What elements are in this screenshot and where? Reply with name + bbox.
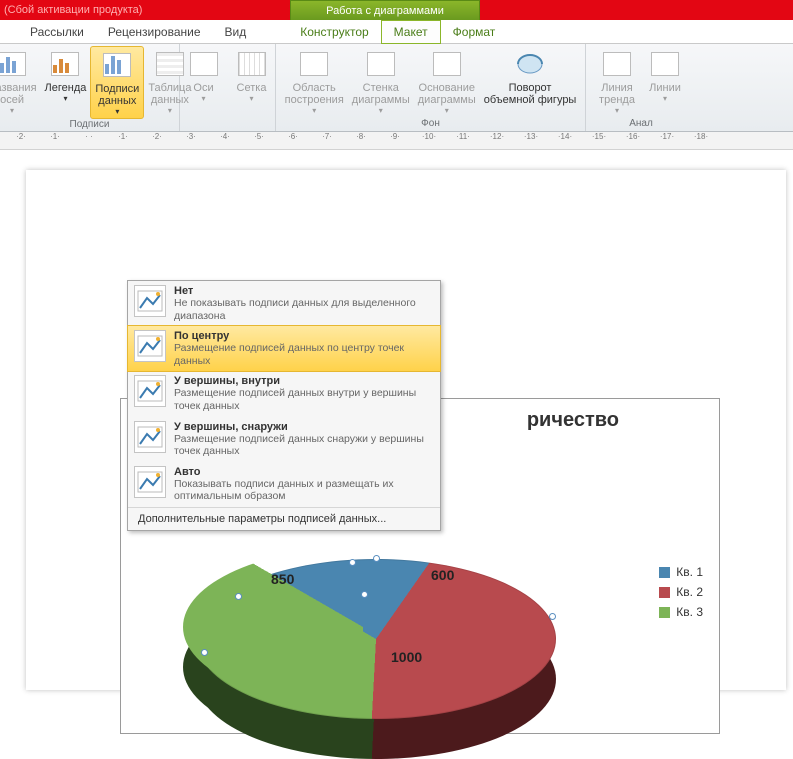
legend-item-kv3[interactable]: Кв. 3 — [659, 605, 703, 619]
axes-button: Оси▾ — [180, 46, 228, 105]
tab-chart-layout[interactable]: Макет — [381, 20, 441, 44]
data-labels-option-inside-end[interactable]: У вершины, внутриРазмещение подписей дан… — [128, 371, 440, 416]
axes-icon — [188, 48, 220, 80]
lines-icon — [649, 48, 681, 80]
chart-title[interactable]: ричество — [527, 409, 619, 432]
selection-handle[interactable] — [235, 593, 242, 600]
tab-review[interactable]: Рецензирование — [96, 21, 213, 43]
group-label-analysis: Анал — [629, 118, 653, 131]
tab-chart-design[interactable]: Конструктор — [288, 21, 380, 43]
option-thumb-icon — [134, 421, 166, 453]
option-thumb-icon — [134, 285, 166, 317]
trendline-icon — [601, 48, 633, 80]
selection-handle[interactable] — [549, 613, 556, 620]
option-thumb-icon — [134, 375, 166, 407]
selection-handle[interactable] — [349, 559, 356, 566]
axis-titles-icon — [0, 48, 28, 80]
chart-floor-button: Основание диаграммы▾ — [414, 46, 480, 117]
plot-area-icon — [298, 48, 330, 80]
activation-failure-label: (Сбой активации продукта) — [0, 4, 142, 16]
data-label-kv2[interactable]: 1000 — [391, 649, 422, 665]
legend-item-kv1[interactable]: Кв. 1 — [659, 565, 703, 579]
tab-mailings[interactable]: Рассылки — [18, 21, 96, 43]
group-label-background: Фон — [421, 118, 440, 131]
rotation-3d-button[interactable]: Поворот объемной фигуры — [480, 46, 581, 108]
group-label-labels: Подписи — [70, 119, 110, 132]
chart-legend[interactable]: Кв. 1 Кв. 2 Кв. 3 — [659, 559, 703, 625]
data-label-kv3[interactable]: 850 — [271, 571, 294, 587]
chart-wall-icon — [365, 48, 397, 80]
legend-icon — [49, 48, 81, 80]
data-labels-option-center[interactable]: По центруРазмещение подписей данных по ц… — [127, 325, 441, 372]
axis-titles-button: Названия осей▾ — [0, 46, 41, 117]
group-label-axes — [226, 118, 229, 131]
data-labels-dropdown: НетНе показывать подписи данных для выде… — [127, 280, 441, 531]
horizontal-ruler: ·2··1·· ··1··2··3··4··5··6··7··8··9··10·… — [0, 132, 793, 150]
ribbon: Названия осей▾ Легенда▾ Подписи данных▾ … — [0, 44, 793, 132]
rotation-3d-icon — [514, 48, 546, 80]
tab-chart-format[interactable]: Формат — [441, 21, 508, 43]
tab-view[interactable]: Вид — [213, 21, 259, 43]
legend-item-kv2[interactable]: Кв. 2 — [659, 585, 703, 599]
data-label-kv1[interactable]: 600 — [431, 567, 454, 583]
gridlines-button: Сетка▾ — [228, 46, 276, 105]
data-labels-icon — [101, 49, 133, 81]
data-labels-option-outside-end[interactable]: У вершины, снаружиРазмещение подписей да… — [128, 417, 440, 462]
chart-floor-icon — [431, 48, 463, 80]
data-labels-option-none[interactable]: НетНе показывать подписи данных для выде… — [128, 281, 440, 326]
legend-button[interactable]: Легенда▾ — [41, 46, 91, 105]
option-thumb-icon — [134, 330, 166, 362]
data-labels-button[interactable]: Подписи данных▾ — [90, 46, 144, 119]
chart-tools-contextual-tab-title: Работа с диаграммами — [290, 0, 480, 20]
data-labels-option-auto[interactable]: АвтоПоказывать подписи данных и размещат… — [128, 462, 440, 507]
gridlines-icon — [236, 48, 268, 80]
ribbon-tabs: Рассылки Рецензирование Вид Конструктор … — [0, 20, 793, 44]
selection-handle[interactable] — [201, 649, 208, 656]
selection-handle[interactable] — [373, 555, 380, 562]
lines-button: Линии▾ — [641, 46, 689, 105]
trendline-button: Линия тренда▾ — [593, 46, 641, 117]
plot-area-button: Область построения▾ — [281, 46, 348, 117]
selection-handle[interactable] — [361, 591, 368, 598]
data-labels-more-options[interactable]: Дополнительные параметры подписей данных… — [128, 507, 440, 530]
chart-wall-button: Стенка диаграммы▾ — [348, 46, 414, 117]
option-thumb-icon — [134, 466, 166, 498]
